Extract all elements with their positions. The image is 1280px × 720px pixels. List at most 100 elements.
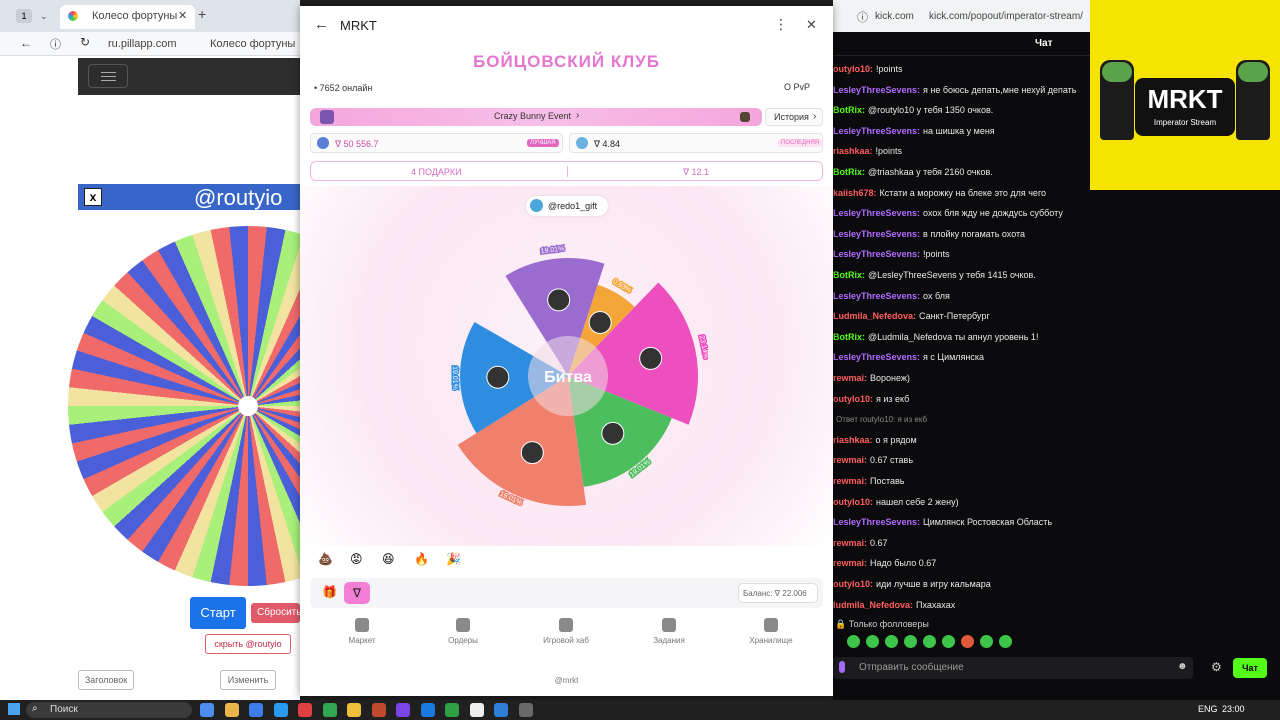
chat-username[interactable]: rewmai: bbox=[833, 476, 867, 486]
change-button[interactable]: Изменить bbox=[220, 670, 276, 690]
taskbar-app-icon[interactable] bbox=[273, 703, 288, 717]
chat-username[interactable]: riashkaa: bbox=[833, 146, 873, 156]
emote-icon[interactable] bbox=[847, 635, 860, 648]
chat-username[interactable]: LesleyThreeSevens: bbox=[833, 249, 920, 259]
chat-username[interactable]: Ludmila_Nefedova: bbox=[833, 311, 916, 321]
windows-start-icon[interactable] bbox=[8, 703, 20, 715]
taskbar-app-icon[interactable] bbox=[469, 703, 484, 717]
nav-market[interactable]: Маркет bbox=[327, 618, 397, 645]
party-emoji-icon[interactable]: 🎉 bbox=[446, 552, 461, 566]
chat-url-path[interactable]: kick.com/popout/imperator-stream/ bbox=[929, 11, 1083, 22]
emote-icon[interactable] bbox=[942, 635, 955, 648]
taskbar-app-icon[interactable] bbox=[224, 703, 239, 717]
hamburger-button[interactable] bbox=[88, 64, 128, 88]
tab-counter[interactable]: 1 bbox=[16, 9, 32, 23]
new-tab-icon[interactable]: + bbox=[198, 6, 206, 22]
chat-username[interactable]: rewmai: bbox=[833, 558, 867, 568]
start-button[interactable]: Старт bbox=[190, 597, 246, 629]
url-text[interactable]: ru.pillapp.com bbox=[108, 38, 176, 50]
taskbar-app-icon[interactable] bbox=[445, 703, 459, 717]
clock[interactable]: 23:00 bbox=[1222, 704, 1245, 714]
close-icon[interactable]: ✕ bbox=[806, 17, 817, 33]
chat-username[interactable]: outylo10: bbox=[833, 394, 873, 404]
poop-emoji-icon[interactable]: 💩 bbox=[318, 552, 333, 566]
tab-active[interactable]: Колесо фортуны ✕ bbox=[60, 5, 195, 29]
ton-button[interactable]: ∇ bbox=[344, 582, 370, 604]
nav-game-hub[interactable]: Игровой хаб bbox=[531, 618, 601, 645]
taskbar-app-icon[interactable] bbox=[396, 703, 410, 717]
chat-username[interactable]: BotRix: bbox=[833, 270, 865, 280]
chat-username[interactable]: LesleyThreeSevens: bbox=[833, 85, 920, 95]
best-gift-card[interactable]: ∇ 50 556.7 ЛУЧШАЯ bbox=[310, 133, 563, 153]
taskbar-app-icon[interactable] bbox=[518, 703, 533, 717]
close-tab-icon[interactable]: ✕ bbox=[178, 9, 187, 22]
history-button[interactable]: История › bbox=[765, 108, 823, 126]
reload-icon[interactable]: ↻ bbox=[80, 35, 90, 49]
gift-add-icon[interactable]: 🎁 bbox=[322, 585, 337, 599]
nav-orders[interactable]: Ордеры bbox=[428, 618, 498, 645]
emoji-icon[interactable]: ☻ bbox=[1177, 661, 1188, 672]
chat-username[interactable]: BotRix: bbox=[833, 167, 865, 177]
chat-input[interactable]: Отправить сообщение ☻ bbox=[833, 657, 1193, 679]
player-chip[interactable]: @redo1_gift bbox=[526, 196, 608, 216]
chat-username[interactable]: BotRix: bbox=[833, 332, 865, 342]
chat-username[interactable]: LesleyThreeSevens: bbox=[833, 352, 920, 362]
emote-icon[interactable] bbox=[885, 635, 898, 648]
fire-emoji-icon[interactable]: 🔥 bbox=[414, 552, 429, 566]
pvp-link[interactable]: О PvP bbox=[784, 82, 810, 92]
last-gift-card[interactable]: ∇ 4.84 ПОСЛЕДНЯЯ bbox=[569, 133, 823, 153]
mic-icon[interactable] bbox=[839, 661, 845, 673]
language-indicator[interactable]: ENG bbox=[1198, 704, 1218, 714]
emote-icon[interactable] bbox=[866, 635, 879, 648]
event-banner[interactable]: Crazy Bunny Event › bbox=[310, 108, 762, 126]
chat-username[interactable]: outylo10: bbox=[833, 64, 873, 74]
chat-username[interactable]: outylo10: bbox=[833, 497, 873, 507]
heading-field[interactable]: Заголовок bbox=[78, 670, 134, 690]
taskbar-app-icon[interactable] bbox=[322, 703, 337, 717]
more-menu-icon[interactable]: ⋮ bbox=[774, 16, 788, 33]
chat-username[interactable]: riashkaa: bbox=[833, 435, 873, 445]
taskbar-app-icon[interactable] bbox=[298, 703, 312, 717]
emote-icon[interactable] bbox=[999, 635, 1012, 648]
taskbar-app-icon[interactable] bbox=[347, 703, 361, 717]
info-icon[interactable]: ⓘ bbox=[50, 36, 61, 52]
chat-username[interactable]: ludmila_Nefedova: bbox=[833, 600, 913, 610]
settings-gear-icon[interactable]: ⚙ bbox=[1211, 660, 1222, 674]
taskbar-app-icon[interactable] bbox=[420, 703, 435, 717]
chat-username[interactable]: LesleyThreeSevens: bbox=[833, 208, 920, 218]
emote-icon[interactable] bbox=[904, 635, 917, 648]
angry-emoji-icon[interactable]: 😡 bbox=[350, 552, 363, 566]
emote-bar[interactable] bbox=[847, 635, 1027, 649]
emote-icon[interactable] bbox=[980, 635, 993, 648]
laugh-emoji-icon[interactable]: 😆 bbox=[382, 552, 395, 566]
close-x-button[interactable]: x bbox=[84, 188, 102, 206]
taskbar-app-icon[interactable] bbox=[494, 703, 508, 717]
nav-tasks[interactable]: Задания bbox=[634, 618, 704, 645]
taskbar-app-icon[interactable] bbox=[371, 703, 386, 717]
arrow-left-icon[interactable]: ← bbox=[314, 16, 329, 33]
chat-username[interactable]: rewmai: bbox=[833, 538, 867, 548]
chat-username[interactable]: LesleyThreeSevens: bbox=[833, 517, 920, 527]
chat-username[interactable]: kaiish678: bbox=[833, 188, 877, 198]
chat-username[interactable]: rewmai: bbox=[833, 373, 867, 383]
reset-button[interactable]: Сбросить bbox=[251, 603, 300, 623]
chat-username[interactable]: LesleyThreeSevens: bbox=[833, 291, 920, 301]
taskbar-app-icon[interactable] bbox=[249, 703, 263, 717]
battle-label[interactable]: Битва bbox=[544, 369, 592, 386]
send-chat-button[interactable]: Чат bbox=[1233, 658, 1267, 678]
chat-username[interactable]: LesleyThreeSevens: bbox=[833, 229, 920, 239]
taskbar-app-icon[interactable] bbox=[200, 703, 214, 717]
chevron-down-icon[interactable]: ⌄ bbox=[40, 11, 48, 22]
emote-icon[interactable] bbox=[923, 635, 936, 648]
taskbar-search[interactable]: ⌕ Поиск bbox=[26, 702, 192, 718]
chat-username[interactable]: rewmai: bbox=[833, 455, 867, 465]
hide-button[interactable]: скрыть @routyio bbox=[205, 634, 291, 654]
nav-storage[interactable]: Хранилище bbox=[736, 618, 806, 645]
emote-icon[interactable] bbox=[961, 635, 974, 648]
site-info-icon[interactable]: ⓘ bbox=[857, 9, 868, 25]
battle-wheel[interactable]: 19.01%0.63%23.14%19.01%19.01%19.01% Битва bbox=[428, 221, 708, 521]
chat-username[interactable]: outylo10: bbox=[833, 579, 873, 589]
chat-username[interactable]: BotRix: bbox=[833, 105, 865, 115]
chat-url-host[interactable]: kick.com bbox=[875, 11, 914, 22]
back-arrow-icon[interactable]: ← bbox=[20, 36, 32, 50]
